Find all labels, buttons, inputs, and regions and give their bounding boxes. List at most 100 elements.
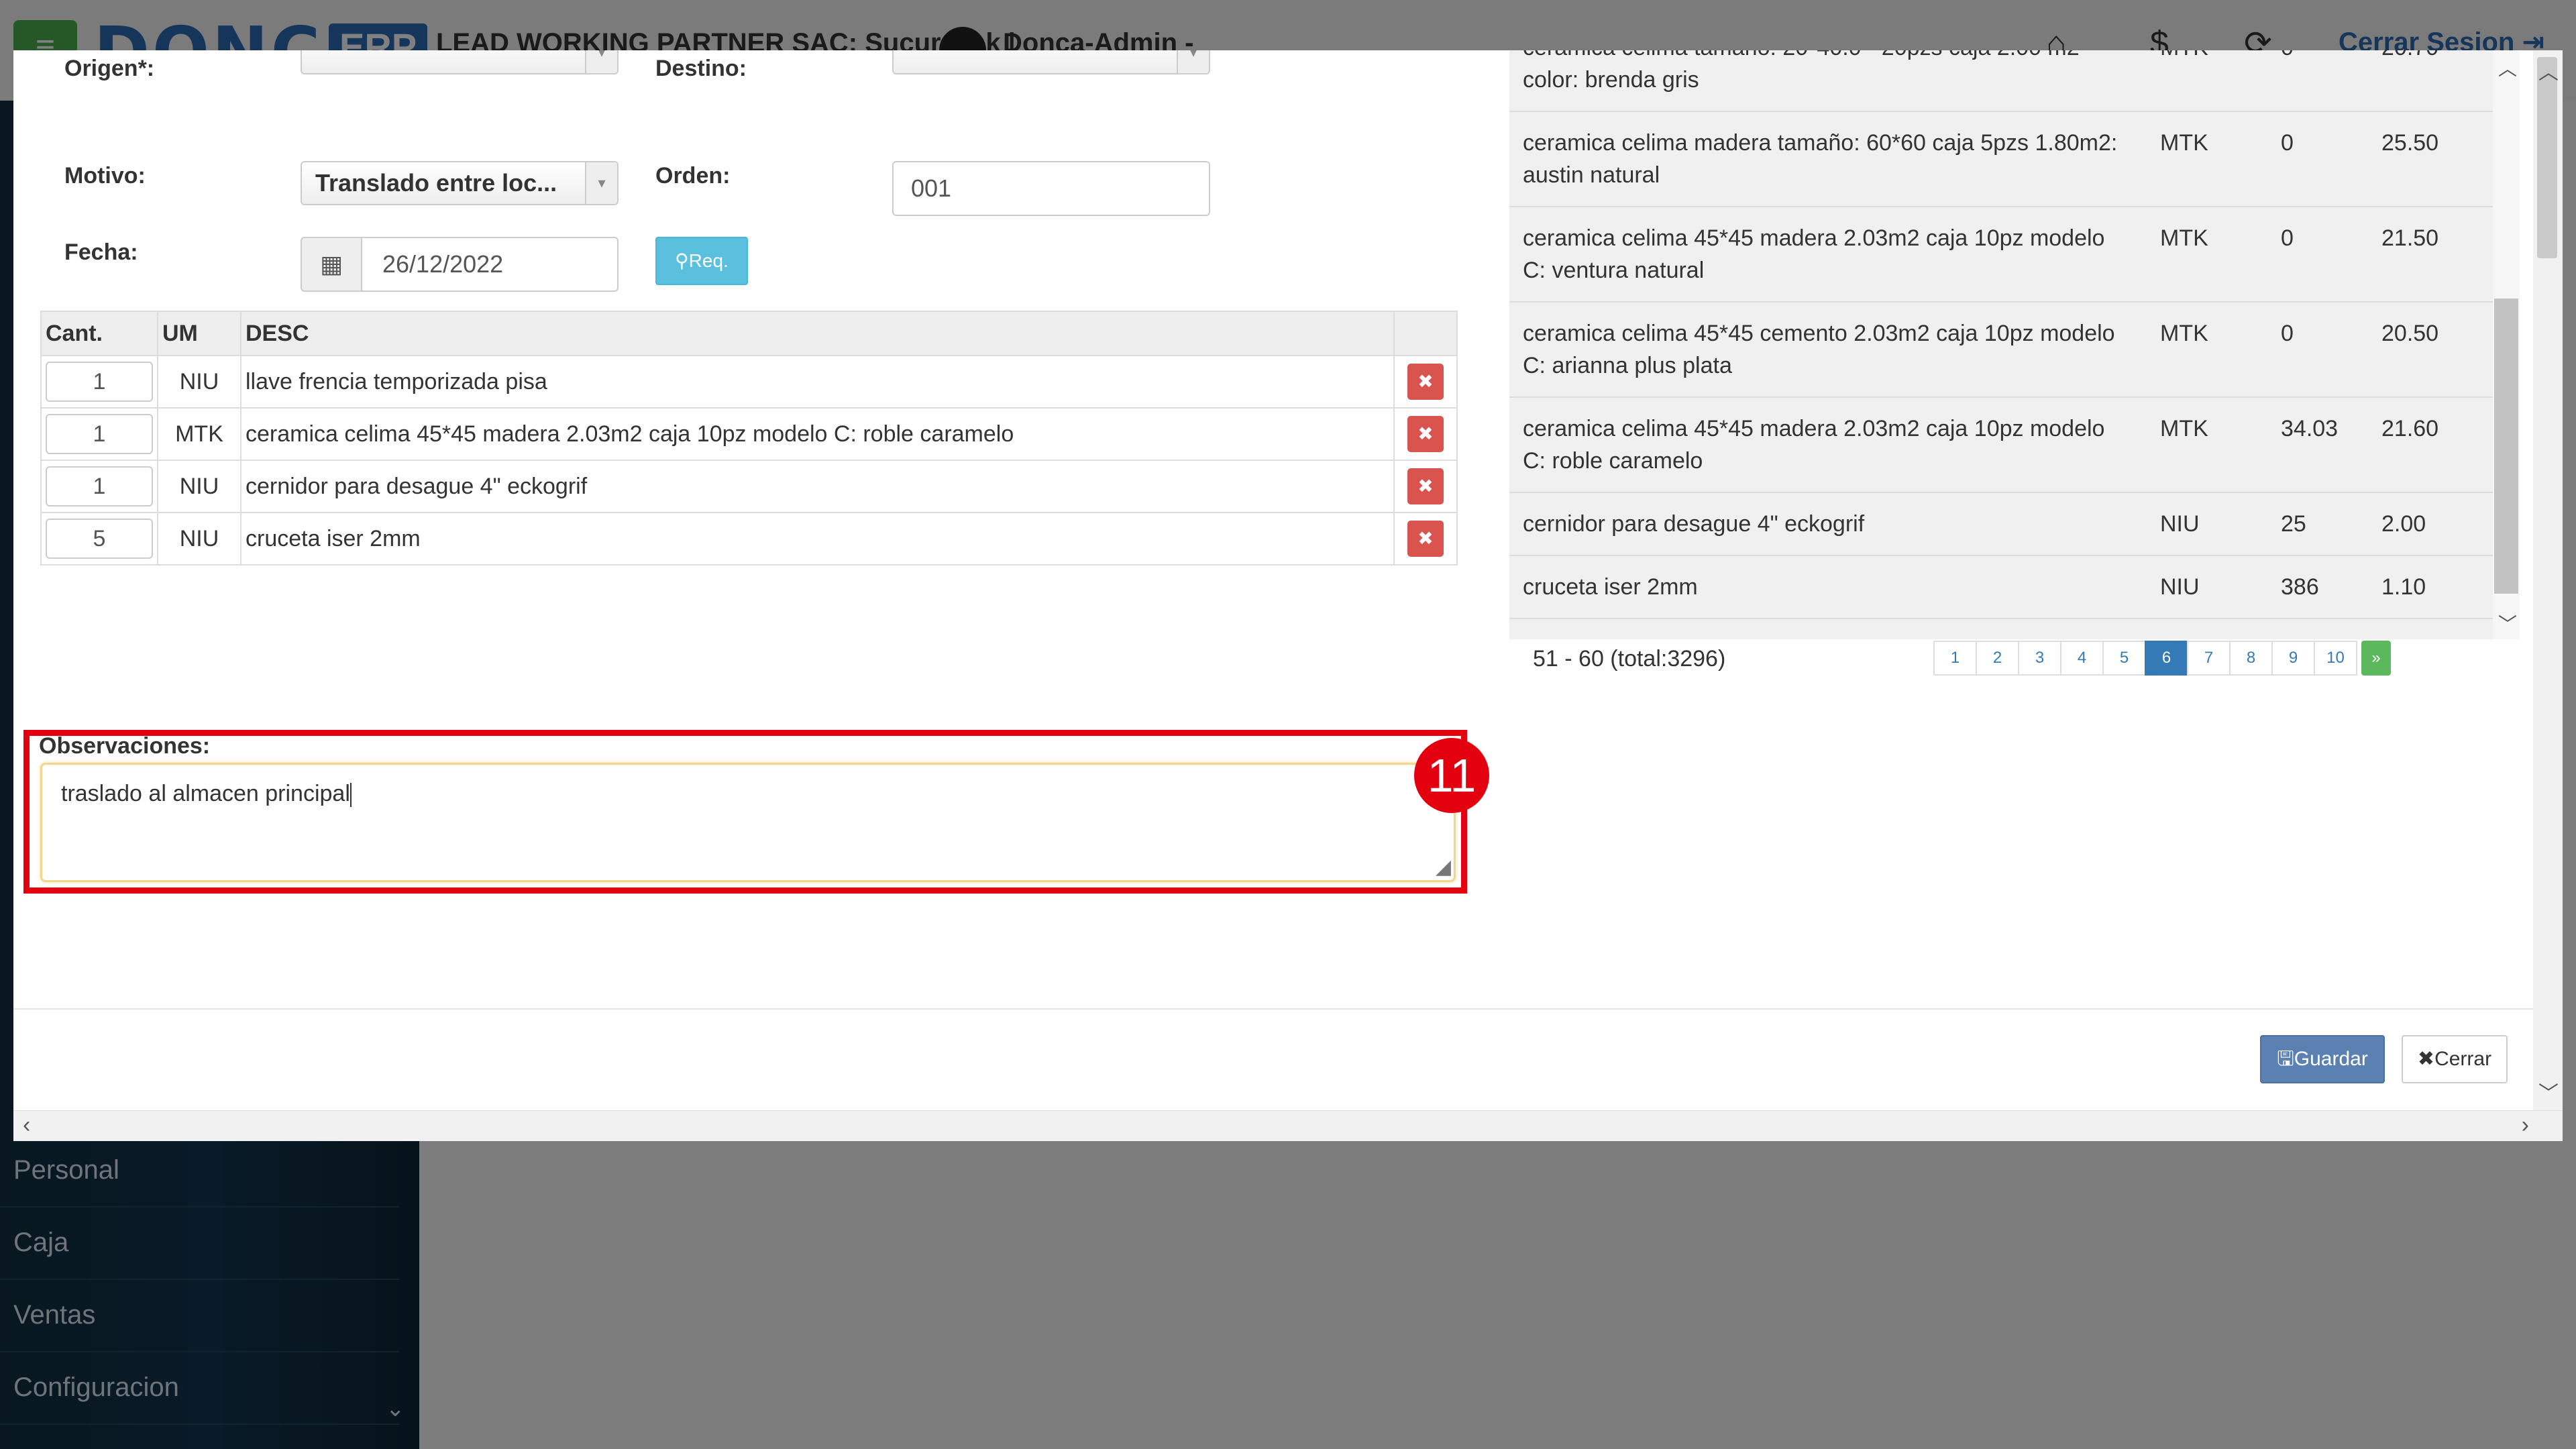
chevron-down-icon: ▾	[585, 50, 617, 73]
pagination: 1 2 3 4 5 6 7 8 9 10 »	[1933, 641, 2391, 676]
product-um: MTK	[2147, 111, 2267, 207]
close-icon: ✖	[2417, 1048, 2435, 1070]
orden-input[interactable]: 001	[892, 161, 1210, 216]
page-link[interactable]: 4	[2060, 641, 2104, 676]
scrollbar-thumb[interactable]	[2537, 57, 2557, 258]
chevron-down-icon: ▾	[585, 162, 617, 204]
search-icon: ⚲	[675, 250, 689, 271]
list-item[interactable]: ceramica celima 45*45 madera 2.03m2 caja…	[1509, 397, 2493, 493]
product-stock: 34.03	[2267, 397, 2368, 493]
product-stock: 0	[2267, 302, 2368, 398]
remove-item-button[interactable]: ✖	[1407, 521, 1444, 557]
col-cant: Cant.	[40, 311, 158, 356]
product-price: 1.10	[2368, 555, 2493, 619]
qty-input[interactable]: 1	[46, 362, 153, 402]
col-um: UM	[157, 311, 241, 356]
product-um: MTK	[2147, 302, 2267, 398]
list-item[interactable]: ceramica celima madera tamaño: 60*60 caj…	[1509, 111, 2493, 207]
product-desc: ceramica celima madera tamaño: 60*60 caj…	[1509, 111, 2147, 207]
desc-cell: llave frencia temporizada pisa	[240, 355, 1395, 409]
um-cell: NIU	[157, 460, 241, 513]
sidebar-item-label: Personal	[13, 1155, 119, 1185]
product-list: ceramica celima tamaño: 20*40.0 - 20pzs …	[1509, 50, 2493, 639]
page-link[interactable]: 3	[2018, 641, 2061, 676]
calendar-icon[interactable]: ▦	[301, 237, 362, 292]
product-um: NIU	[2147, 492, 2267, 556]
motivo-label: Motivo:	[64, 163, 146, 189]
sidebar-item-personal[interactable]: Personal	[0, 1134, 399, 1208]
chevron-up-icon[interactable]: ︿	[2538, 56, 2559, 85]
sidebar-item-label: Ventas	[13, 1300, 96, 1330]
req-button[interactable]: ⚲Req.	[655, 237, 748, 285]
motivo-value: Translado entre loc...	[315, 169, 557, 197]
product-stock: 0	[2267, 207, 2368, 303]
page-link[interactable]: 10	[2314, 641, 2357, 676]
page-link[interactable]: 5	[2102, 641, 2146, 676]
resize-handle-icon[interactable]: ◢	[1436, 855, 1451, 879]
fecha-label: Fecha:	[64, 239, 138, 265]
page-link[interactable]: 1	[1933, 641, 1977, 676]
page-link[interactable]: 7	[2187, 641, 2231, 676]
chevron-down-icon[interactable]: ﹀	[2538, 1077, 2559, 1106]
page-link-active[interactable]: 6	[2145, 641, 2188, 676]
desc-cell: cruceta iser 2mm	[240, 512, 1395, 566]
modal-horizontal-scrollbar[interactable]: ‹ ›	[13, 1110, 2563, 1141]
modal-vertical-scrollbar[interactable]: ︿ ﹀	[2533, 50, 2563, 1110]
origen-label: Origen*:	[64, 56, 155, 81]
save-button-label: Guardar	[2294, 1048, 2368, 1070]
product-stock: 0	[2267, 111, 2368, 207]
fecha-group: ▦ 26/12/2022	[301, 237, 619, 292]
motivo-select[interactable]: Translado entre loc... ▾	[301, 161, 619, 205]
remove-item-button[interactable]: ✖	[1407, 364, 1444, 400]
scrollbar-thumb[interactable]	[2494, 299, 2518, 594]
orden-label: Orden:	[655, 163, 731, 189]
col-actions	[1393, 311, 1458, 356]
product-price: 21.60	[2368, 397, 2493, 493]
sidebar-item-configuracion[interactable]: Configuracion	[0, 1351, 399, 1425]
next-page-button[interactable]: »	[2361, 641, 2391, 676]
list-item[interactable]: ceramica celima 45*45 cemento 2.03m2 caj…	[1509, 302, 2493, 398]
remove-item-button[interactable]: ✖	[1407, 468, 1444, 504]
destino-select[interactable]: ▾	[892, 50, 1210, 74]
sidebar-item-caja[interactable]: Caja	[0, 1206, 399, 1280]
list-item[interactable]: cruceta iser 2mm NIU 386 1.10	[1509, 555, 2493, 619]
chevron-right-icon[interactable]: ›	[2522, 1112, 2529, 1138]
items-table: Cant. UM DESC 1 NIU llave frencia tempor…	[40, 311, 1458, 566]
remove-item-button[interactable]: ✖	[1407, 416, 1444, 452]
um-cell: NIU	[157, 512, 241, 566]
list-item[interactable]: cernidor para desague 4" eckogrif NIU 25…	[1509, 492, 2493, 556]
qty-input[interactable]: 1	[46, 466, 153, 506]
save-button[interactable]: 🖫Guardar	[2260, 1035, 2385, 1083]
step-badge: 11	[1414, 738, 1489, 813]
qty-input[interactable]: 1	[46, 414, 153, 454]
origen-select[interactable]: ▾	[301, 50, 619, 74]
product-desc: ceramica celima tamaño: 20*40.0 - 20pzs …	[1509, 50, 2147, 112]
close-button-label: Cerrar	[2434, 1048, 2492, 1070]
chevron-left-icon[interactable]: ‹	[23, 1112, 30, 1138]
desc-cell: cernidor para desague 4" eckogrif	[240, 460, 1395, 513]
observaciones-textarea[interactable]: traslado al almacen principal ◢	[40, 763, 1456, 882]
product-price: 20.50	[2368, 302, 2493, 398]
product-price: 25.50	[2368, 111, 2493, 207]
um-cell: NIU	[157, 355, 241, 409]
list-item[interactable]: ceramica celima tamaño: 20*40.0 - 20pzs …	[1509, 50, 2493, 112]
page-link[interactable]: 9	[2271, 641, 2315, 676]
chevron-up-icon[interactable]: ︿	[2498, 54, 2517, 81]
chevron-down-icon[interactable]: ﹀	[2498, 610, 2517, 637]
chevron-down-icon[interactable]: ⌄	[386, 1395, 405, 1422]
text-caret	[350, 783, 352, 808]
product-list-scrollbar[interactable]: ︿ ﹀	[2493, 50, 2520, 639]
footer-divider	[13, 1008, 2533, 1010]
close-button[interactable]: ✖Cerrar	[2402, 1035, 2508, 1083]
list-item[interactable]: ceramica celima 45*45 madera 2.03m2 caja…	[1509, 207, 2493, 303]
product-stock: 25	[2267, 492, 2368, 556]
qty-input[interactable]: 5	[46, 519, 153, 559]
product-desc: ceramica celima 45*45 cemento 2.03m2 caj…	[1509, 302, 2147, 398]
save-icon: 🖫	[2277, 1048, 2294, 1070]
table-row: 1 NIU llave frencia temporizada pisa ✖	[40, 355, 1458, 409]
fecha-input[interactable]: 26/12/2022	[361, 237, 619, 292]
page-link[interactable]: 2	[1976, 641, 2019, 676]
pagination-range: 51 - 60 (total:3296)	[1533, 646, 1726, 672]
sidebar-item-ventas[interactable]: Ventas	[0, 1279, 399, 1352]
page-link[interactable]: 8	[2229, 641, 2273, 676]
